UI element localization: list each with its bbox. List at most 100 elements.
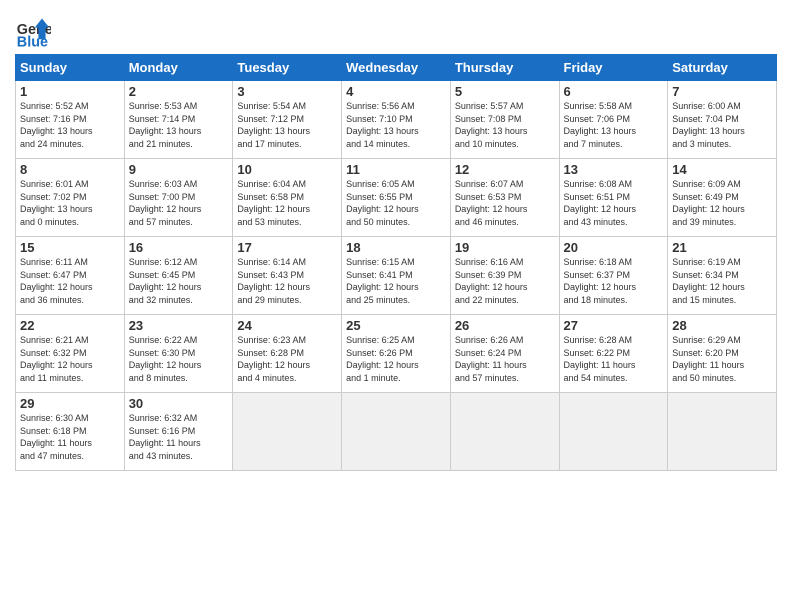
calendar-cell: 18 Sunrise: 6:15 AMSunset: 6:41 PMDaylig… (342, 237, 451, 315)
day-info: Sunrise: 6:04 AMSunset: 6:58 PMDaylight:… (237, 178, 337, 228)
day-header-sunday: Sunday (16, 55, 125, 81)
day-info: Sunrise: 5:53 AMSunset: 7:14 PMDaylight:… (129, 100, 229, 150)
calendar-cell: 2 Sunrise: 5:53 AMSunset: 7:14 PMDayligh… (124, 81, 233, 159)
calendar-cell: 26 Sunrise: 6:26 AMSunset: 6:24 PMDaylig… (450, 315, 559, 393)
calendar-cell: 30 Sunrise: 6:32 AMSunset: 6:16 PMDaylig… (124, 393, 233, 471)
day-number: 26 (455, 318, 555, 333)
day-info: Sunrise: 6:25 AMSunset: 6:26 PMDaylight:… (346, 334, 446, 384)
day-number: 29 (20, 396, 120, 411)
day-number: 22 (20, 318, 120, 333)
day-info: Sunrise: 6:16 AMSunset: 6:39 PMDaylight:… (455, 256, 555, 306)
day-info: Sunrise: 5:58 AMSunset: 7:06 PMDaylight:… (564, 100, 664, 150)
calendar-cell: 8 Sunrise: 6:01 AMSunset: 7:02 PMDayligh… (16, 159, 125, 237)
calendar-cell: 6 Sunrise: 5:58 AMSunset: 7:06 PMDayligh… (559, 81, 668, 159)
calendar-cell: 16 Sunrise: 6:12 AMSunset: 6:45 PMDaylig… (124, 237, 233, 315)
calendar-table: SundayMondayTuesdayWednesdayThursdayFrid… (15, 54, 777, 471)
calendar-cell (342, 393, 451, 471)
day-number: 25 (346, 318, 446, 333)
day-info: Sunrise: 6:32 AMSunset: 6:16 PMDaylight:… (129, 412, 229, 462)
day-number: 21 (672, 240, 772, 255)
calendar-cell: 17 Sunrise: 6:14 AMSunset: 6:43 PMDaylig… (233, 237, 342, 315)
day-number: 19 (455, 240, 555, 255)
day-header-monday: Monday (124, 55, 233, 81)
calendar-cell (233, 393, 342, 471)
day-info: Sunrise: 6:08 AMSunset: 6:51 PMDaylight:… (564, 178, 664, 228)
day-number: 12 (455, 162, 555, 177)
week-row-1: 1 Sunrise: 5:52 AMSunset: 7:16 PMDayligh… (16, 81, 777, 159)
calendar-cell (450, 393, 559, 471)
day-number: 16 (129, 240, 229, 255)
calendar-cell: 21 Sunrise: 6:19 AMSunset: 6:34 PMDaylig… (668, 237, 777, 315)
day-header-thursday: Thursday (450, 55, 559, 81)
calendar-cell: 11 Sunrise: 6:05 AMSunset: 6:55 PMDaylig… (342, 159, 451, 237)
day-number: 15 (20, 240, 120, 255)
calendar-cell: 4 Sunrise: 5:56 AMSunset: 7:10 PMDayligh… (342, 81, 451, 159)
day-info: Sunrise: 6:23 AMSunset: 6:28 PMDaylight:… (237, 334, 337, 384)
day-number: 5 (455, 84, 555, 99)
calendar-cell: 25 Sunrise: 6:25 AMSunset: 6:26 PMDaylig… (342, 315, 451, 393)
day-number: 24 (237, 318, 337, 333)
day-header-friday: Friday (559, 55, 668, 81)
day-header-tuesday: Tuesday (233, 55, 342, 81)
day-info: Sunrise: 6:07 AMSunset: 6:53 PMDaylight:… (455, 178, 555, 228)
calendar-cell: 1 Sunrise: 5:52 AMSunset: 7:16 PMDayligh… (16, 81, 125, 159)
day-info: Sunrise: 6:00 AMSunset: 7:04 PMDaylight:… (672, 100, 772, 150)
calendar-header-row: SundayMondayTuesdayWednesdayThursdayFrid… (16, 55, 777, 81)
day-number: 9 (129, 162, 229, 177)
day-number: 6 (564, 84, 664, 99)
day-number: 30 (129, 396, 229, 411)
logo-icon: General Blue (15, 14, 51, 50)
header-row: General Blue (15, 10, 777, 50)
day-header-saturday: Saturday (668, 55, 777, 81)
page-container: General Blue SundayMondayTuesdayWednesda… (0, 0, 792, 481)
calendar-cell: 9 Sunrise: 6:03 AMSunset: 7:00 PMDayligh… (124, 159, 233, 237)
day-info: Sunrise: 6:05 AMSunset: 6:55 PMDaylight:… (346, 178, 446, 228)
calendar-cell: 19 Sunrise: 6:16 AMSunset: 6:39 PMDaylig… (450, 237, 559, 315)
week-row-5: 29 Sunrise: 6:30 AMSunset: 6:18 PMDaylig… (16, 393, 777, 471)
calendar-cell: 12 Sunrise: 6:07 AMSunset: 6:53 PMDaylig… (450, 159, 559, 237)
day-number: 11 (346, 162, 446, 177)
calendar-cell: 24 Sunrise: 6:23 AMSunset: 6:28 PMDaylig… (233, 315, 342, 393)
day-number: 3 (237, 84, 337, 99)
day-number: 2 (129, 84, 229, 99)
day-number: 28 (672, 318, 772, 333)
calendar-cell (668, 393, 777, 471)
day-number: 8 (20, 162, 120, 177)
day-number: 18 (346, 240, 446, 255)
week-row-2: 8 Sunrise: 6:01 AMSunset: 7:02 PMDayligh… (16, 159, 777, 237)
week-row-4: 22 Sunrise: 6:21 AMSunset: 6:32 PMDaylig… (16, 315, 777, 393)
calendar-cell: 10 Sunrise: 6:04 AMSunset: 6:58 PMDaylig… (233, 159, 342, 237)
calendar-cell: 20 Sunrise: 6:18 AMSunset: 6:37 PMDaylig… (559, 237, 668, 315)
calendar-cell: 5 Sunrise: 5:57 AMSunset: 7:08 PMDayligh… (450, 81, 559, 159)
day-info: Sunrise: 6:28 AMSunset: 6:22 PMDaylight:… (564, 334, 664, 384)
week-row-3: 15 Sunrise: 6:11 AMSunset: 6:47 PMDaylig… (16, 237, 777, 315)
calendar-cell: 27 Sunrise: 6:28 AMSunset: 6:22 PMDaylig… (559, 315, 668, 393)
day-number: 13 (564, 162, 664, 177)
calendar-cell: 3 Sunrise: 5:54 AMSunset: 7:12 PMDayligh… (233, 81, 342, 159)
calendar-cell: 28 Sunrise: 6:29 AMSunset: 6:20 PMDaylig… (668, 315, 777, 393)
day-info: Sunrise: 6:03 AMSunset: 7:00 PMDaylight:… (129, 178, 229, 228)
day-info: Sunrise: 6:21 AMSunset: 6:32 PMDaylight:… (20, 334, 120, 384)
day-number: 7 (672, 84, 772, 99)
day-info: Sunrise: 6:09 AMSunset: 6:49 PMDaylight:… (672, 178, 772, 228)
day-info: Sunrise: 6:14 AMSunset: 6:43 PMDaylight:… (237, 256, 337, 306)
day-number: 10 (237, 162, 337, 177)
calendar-cell: 13 Sunrise: 6:08 AMSunset: 6:51 PMDaylig… (559, 159, 668, 237)
day-number: 17 (237, 240, 337, 255)
day-info: Sunrise: 6:29 AMSunset: 6:20 PMDaylight:… (672, 334, 772, 384)
day-number: 4 (346, 84, 446, 99)
day-info: Sunrise: 5:54 AMSunset: 7:12 PMDaylight:… (237, 100, 337, 150)
calendar-cell: 14 Sunrise: 6:09 AMSunset: 6:49 PMDaylig… (668, 159, 777, 237)
day-number: 23 (129, 318, 229, 333)
day-info: Sunrise: 6:01 AMSunset: 7:02 PMDaylight:… (20, 178, 120, 228)
day-number: 20 (564, 240, 664, 255)
calendar-cell: 29 Sunrise: 6:30 AMSunset: 6:18 PMDaylig… (16, 393, 125, 471)
day-number: 14 (672, 162, 772, 177)
day-info: Sunrise: 6:19 AMSunset: 6:34 PMDaylight:… (672, 256, 772, 306)
calendar-cell (559, 393, 668, 471)
day-info: Sunrise: 6:15 AMSunset: 6:41 PMDaylight:… (346, 256, 446, 306)
day-info: Sunrise: 6:12 AMSunset: 6:45 PMDaylight:… (129, 256, 229, 306)
day-number: 1 (20, 84, 120, 99)
day-info: Sunrise: 6:11 AMSunset: 6:47 PMDaylight:… (20, 256, 120, 306)
day-number: 27 (564, 318, 664, 333)
